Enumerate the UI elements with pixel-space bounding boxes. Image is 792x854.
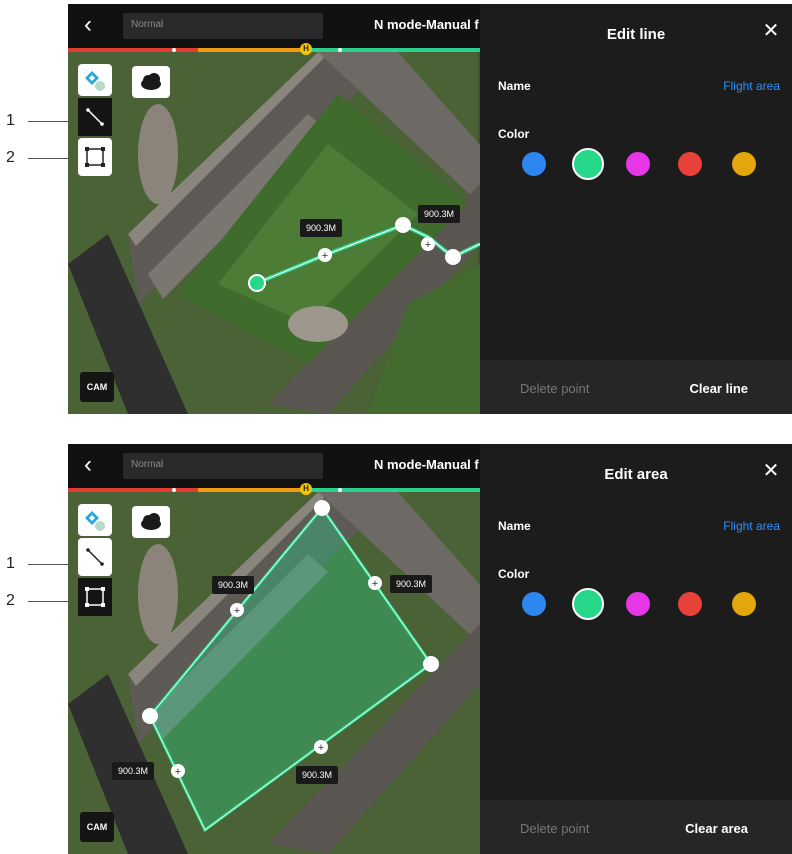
svg-text:+: + [318,742,324,754]
line-tool-icon[interactable] [78,98,112,136]
status-bar-tick [338,48,342,52]
status-bar-red [68,488,198,492]
distance-label: 900.3M [212,576,255,594]
name-value[interactable]: Flight area [723,79,780,93]
map-layer-icon[interactable] [78,64,112,96]
panel-footer: Delete point Clear area [480,800,792,854]
color-swatch-magenta[interactable] [626,152,650,176]
area-tool-icon[interactable] [78,138,112,176]
color-swatch-blue[interactable] [522,592,546,616]
close-icon[interactable]: ✕ [760,460,782,482]
svg-text:+: + [372,578,378,590]
color-label: Color [498,127,530,141]
svg-text:+: + [175,766,181,778]
color-label: Color [498,567,530,581]
edit-panel: Edit line ✕ Name Flight area Color Delet… [480,4,792,414]
callout-number: 2 [6,592,15,609]
chevron-left-icon[interactable]: ‹ [74,452,102,480]
status-bar-orange [198,488,310,492]
home-marker: H [300,483,312,495]
mode-placeholder: Normal [131,459,164,470]
cloud-icon[interactable] [132,506,170,538]
flight-mode-title: N mode-Manual f [374,457,479,472]
map-layer-icon[interactable] [78,504,112,536]
color-swatch-yellow[interactable] [732,152,756,176]
status-bar-green [310,48,480,52]
flight-mode-field[interactable]: Normal [123,13,323,39]
chevron-left-icon[interactable]: ‹ [74,12,102,40]
clear-area-button[interactable]: Clear area [685,821,748,836]
panel-title: Edit line [606,26,666,43]
name-label: Name [498,519,531,533]
color-swatch-magenta[interactable] [626,592,650,616]
home-marker: H [300,43,312,55]
distance-label: 900.3M [390,575,433,593]
edit-area-screen: + + + + ‹ Normal N mode-Manual f H 900.3… [68,444,792,854]
panel-title: Edit area [604,466,668,483]
status-bar-red [68,48,198,52]
status-bar-tick [338,488,342,492]
status-bar-orange [198,48,310,52]
status-bar-tick [172,48,176,52]
color-swatch-red[interactable] [678,152,702,176]
svg-text:+: + [425,239,431,251]
mode-placeholder: Normal [131,19,164,30]
name-value[interactable]: Flight area [723,519,780,533]
clear-line-button[interactable]: Clear line [689,381,748,396]
color-swatch-yellow[interactable] [732,592,756,616]
close-icon[interactable]: ✕ [760,20,782,42]
svg-text:+: + [322,250,328,262]
distance-label: 900.3M [300,219,343,237]
delete-point-button[interactable]: Delete point [520,821,589,836]
camera-view-button[interactable]: CAM [80,812,114,842]
distance-label: 900.3M [296,766,339,784]
distance-label: 900.3M [418,205,461,223]
status-bar-green [310,488,480,492]
name-label: Name [498,79,531,93]
color-swatch-red[interactable] [678,592,702,616]
edit-panel: Edit area ✕ Name Flight area Color Delet… [480,444,792,854]
color-swatch-green[interactable] [572,588,604,620]
delete-point-button[interactable]: Delete point [520,381,589,396]
flight-mode-field[interactable]: Normal [123,453,323,479]
distance-label: 900.3M [112,762,155,780]
status-bar-tick [172,488,176,492]
callout-number: 1 [6,112,15,129]
callout-number: 1 [6,555,15,572]
svg-text:+: + [234,605,240,617]
color-swatch-blue[interactable] [522,152,546,176]
callout-number: 2 [6,149,15,166]
cloud-icon[interactable] [132,66,170,98]
area-tool-icon[interactable] [78,578,112,616]
edit-line-screen: + + ‹ Normal N mode-Manual f H 900.3M 90… [68,4,792,414]
panel-footer: Delete point Clear line [480,360,792,414]
line-tool-icon[interactable] [78,538,112,576]
flight-mode-title: N mode-Manual f [374,17,479,32]
color-swatch-green[interactable] [572,148,604,180]
camera-view-button[interactable]: CAM [80,372,114,402]
